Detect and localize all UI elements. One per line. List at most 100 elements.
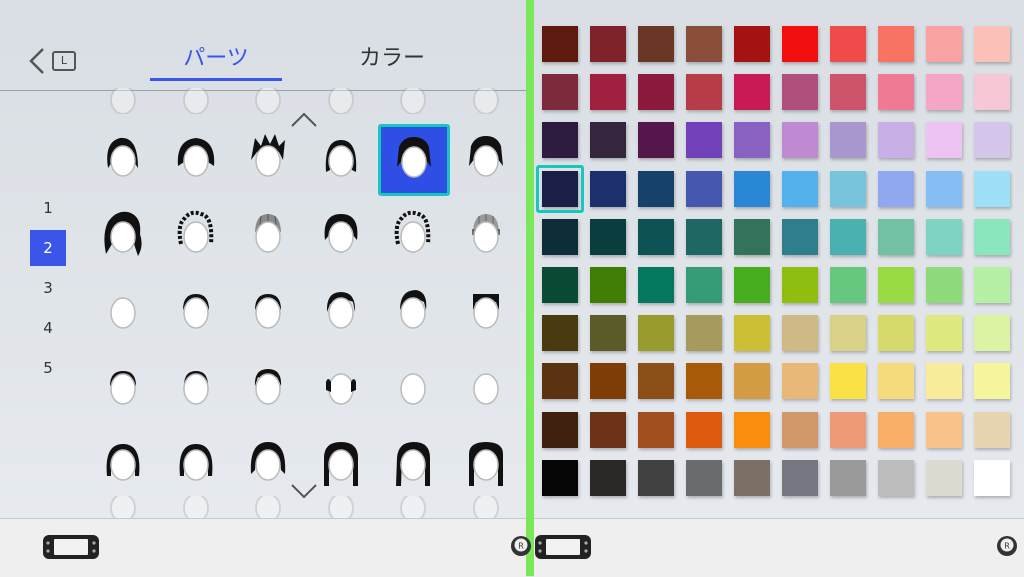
hair-style-option[interactable] [88, 276, 158, 346]
color-swatch[interactable] [782, 218, 818, 255]
hair-style-option[interactable] [161, 276, 231, 346]
color-swatch[interactable] [878, 459, 914, 496]
color-swatch[interactable] [638, 26, 674, 62]
page-5-button[interactable]: 5 [30, 350, 66, 386]
color-swatch[interactable] [734, 170, 770, 207]
color-swatch[interactable] [590, 411, 626, 448]
hair-style-option[interactable] [378, 276, 448, 346]
color-swatch[interactable] [686, 74, 722, 111]
color-swatch[interactable] [782, 411, 818, 448]
color-swatch[interactable] [686, 122, 722, 159]
color-swatch[interactable] [878, 74, 914, 111]
color-swatch[interactable] [830, 26, 866, 62]
hair-style-option[interactable] [233, 276, 303, 346]
color-swatch[interactable] [590, 459, 626, 496]
color-swatch[interactable] [974, 26, 1010, 62]
color-swatch[interactable] [830, 122, 866, 159]
hair-style-option[interactable] [233, 352, 303, 422]
hair-style-option[interactable] [378, 352, 448, 422]
color-swatch[interactable] [734, 363, 770, 400]
hair-style-option[interactable] [451, 124, 521, 194]
color-swatch[interactable] [830, 363, 866, 400]
tab-color[interactable]: カラー [340, 44, 444, 80]
color-swatch[interactable] [830, 411, 866, 448]
color-swatch[interactable] [830, 267, 866, 303]
color-swatch[interactable] [830, 170, 866, 207]
color-swatch[interactable] [830, 74, 866, 111]
color-swatch[interactable] [974, 363, 1010, 400]
color-swatch[interactable] [542, 411, 578, 448]
color-swatch[interactable] [926, 26, 962, 62]
color-swatch[interactable] [590, 170, 626, 207]
color-swatch[interactable] [974, 459, 1010, 496]
color-swatch[interactable] [542, 315, 578, 352]
color-swatch[interactable] [590, 218, 626, 255]
hair-style-option[interactable] [451, 276, 521, 346]
color-swatch[interactable] [878, 122, 914, 159]
color-swatch[interactable] [878, 218, 914, 255]
back-button[interactable]: L [28, 44, 84, 78]
color-swatch[interactable] [734, 267, 770, 303]
color-swatch[interactable] [974, 267, 1010, 303]
page-4-button[interactable]: 4 [30, 310, 66, 346]
color-swatch[interactable] [734, 218, 770, 255]
color-swatch[interactable] [638, 411, 674, 448]
color-swatch[interactable] [878, 411, 914, 448]
hair-style-option[interactable] [451, 352, 521, 422]
color-swatch[interactable] [974, 218, 1010, 255]
color-swatch[interactable] [734, 122, 770, 159]
hair-style-option[interactable] [306, 124, 376, 194]
color-swatch[interactable] [926, 267, 962, 303]
color-swatch[interactable] [542, 26, 578, 62]
color-swatch[interactable] [926, 122, 962, 159]
color-swatch[interactable] [542, 459, 578, 496]
color-swatch[interactable] [926, 74, 962, 111]
hair-style-option[interactable] [451, 200, 521, 270]
color-swatch[interactable] [878, 170, 914, 207]
color-swatch[interactable] [974, 170, 1010, 207]
hair-style-option[interactable] [451, 428, 521, 498]
hair-style-option[interactable] [161, 124, 231, 194]
hair-style-option[interactable] [161, 200, 231, 270]
color-swatch[interactable] [686, 218, 722, 255]
page-2-button[interactable]: 2 [30, 230, 66, 266]
color-swatch[interactable] [926, 363, 962, 400]
color-swatch[interactable] [830, 315, 866, 352]
hair-style-option[interactable] [88, 352, 158, 422]
color-swatch[interactable] [782, 122, 818, 159]
hair-style-option[interactable] [161, 428, 231, 498]
hair-style-option[interactable] [306, 200, 376, 270]
color-swatch[interactable] [734, 459, 770, 496]
color-swatch[interactable] [638, 218, 674, 255]
color-swatch[interactable] [926, 315, 962, 352]
color-swatch[interactable] [590, 122, 626, 159]
hair-style-option[interactable] [306, 276, 376, 346]
color-swatch[interactable] [686, 459, 722, 496]
color-swatch[interactable] [878, 26, 914, 62]
color-swatch[interactable] [926, 459, 962, 496]
hair-style-option[interactable] [378, 428, 448, 498]
color-swatch[interactable] [590, 26, 626, 62]
color-swatch[interactable] [686, 411, 722, 448]
color-swatch[interactable] [590, 74, 626, 111]
color-swatch[interactable] [542, 74, 578, 111]
color-swatch[interactable] [638, 74, 674, 111]
color-swatch[interactable] [686, 26, 722, 62]
color-swatch[interactable] [830, 218, 866, 255]
color-swatch[interactable] [590, 267, 626, 303]
color-swatch[interactable] [686, 363, 722, 400]
color-swatch[interactable] [638, 315, 674, 352]
color-swatch[interactable] [782, 74, 818, 111]
hair-style-option[interactable] [233, 200, 303, 270]
color-swatch[interactable] [926, 411, 962, 448]
color-swatch[interactable] [974, 122, 1010, 159]
color-swatch[interactable] [638, 122, 674, 159]
color-swatch[interactable] [782, 315, 818, 352]
color-swatch[interactable] [686, 315, 722, 352]
color-swatch[interactable] [590, 363, 626, 400]
color-swatch[interactable] [542, 122, 578, 159]
hair-style-option[interactable] [161, 352, 231, 422]
color-swatch[interactable] [590, 315, 626, 352]
color-swatch[interactable] [878, 267, 914, 303]
hair-style-option[interactable] [378, 200, 448, 270]
